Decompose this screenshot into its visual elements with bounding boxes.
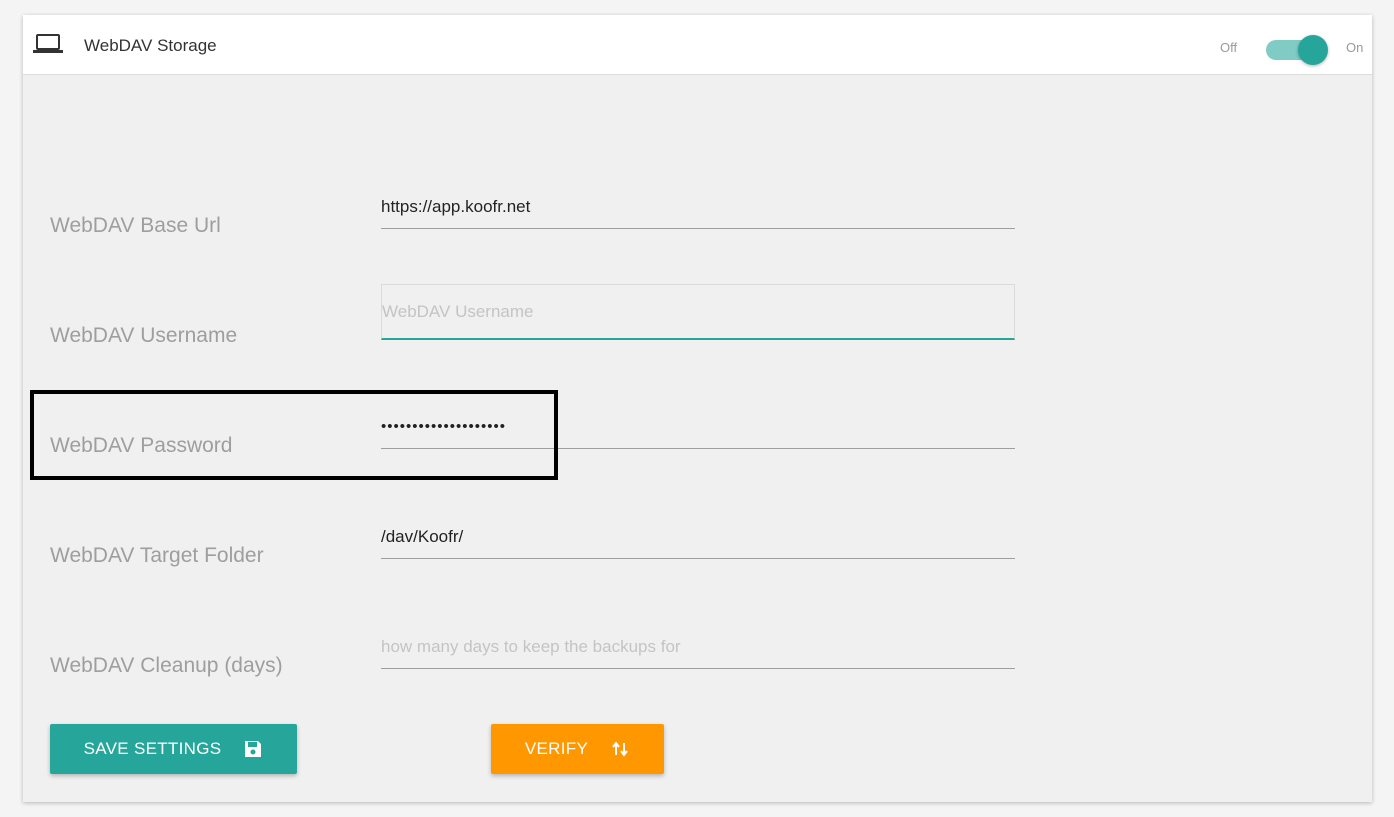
- verify-button[interactable]: VERIFY: [491, 724, 664, 774]
- password-input[interactable]: [381, 405, 1015, 449]
- laptop-icon: [33, 34, 63, 53]
- toggle-on-label: On: [1346, 40, 1364, 55]
- toggle-knob[interactable]: [1298, 35, 1328, 65]
- webdav-storage-card: WebDAV Storage Off On WebDAV Base Url We…: [23, 15, 1372, 802]
- save-settings-label: SAVE SETTINGS: [83, 739, 222, 758]
- swap-vertical-icon: [612, 741, 628, 757]
- cleanup-input[interactable]: [381, 625, 1015, 669]
- username-input[interactable]: [381, 284, 1015, 340]
- floppy-disk-icon: [245, 741, 262, 757]
- toggle-off-label: Off: [1220, 40, 1238, 55]
- target-folder-label: WebDAV Target Folder: [50, 544, 264, 567]
- verify-label: VERIFY: [524, 739, 589, 758]
- password-label: WebDAV Password: [50, 434, 233, 457]
- enable-toggle[interactable]: [1266, 35, 1328, 65]
- card-header: WebDAV Storage Off On: [23, 15, 1372, 75]
- base-url-label: WebDAV Base Url: [50, 214, 221, 237]
- cleanup-label: WebDAV Cleanup (days): [50, 654, 283, 677]
- page-title: WebDAV Storage: [84, 36, 217, 55]
- save-settings-button[interactable]: SAVE SETTINGS: [50, 724, 297, 774]
- target-folder-input[interactable]: [381, 515, 1015, 559]
- base-url-input[interactable]: [381, 185, 1015, 229]
- username-label: WebDAV Username: [50, 324, 238, 347]
